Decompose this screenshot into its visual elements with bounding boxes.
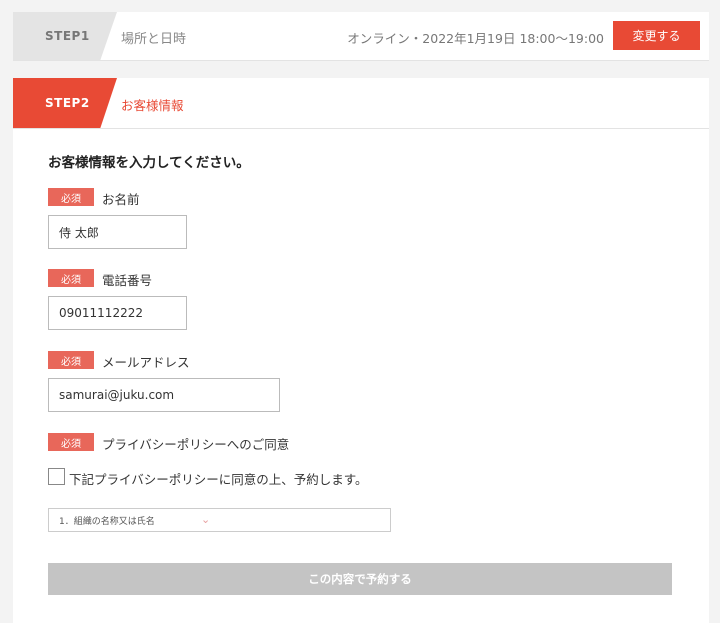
email-input[interactable] (48, 378, 280, 412)
name-input[interactable] (48, 215, 187, 249)
step2-tag: STEP2 (13, 78, 117, 128)
form-heading: お客様情報を入力してください。 (48, 155, 250, 171)
customer-info-panel: STEP2 お客様情報 お客様情報を入力してください。 必須 お名前 必須 電話… (13, 78, 709, 623)
required-badge: 必須 (48, 433, 94, 451)
step1-tag: STEP1 (13, 12, 117, 60)
change-button[interactable]: 変更する (613, 21, 700, 50)
step2-label: お客様情報 (121, 98, 184, 113)
email-label: メールアドレス (102, 355, 190, 370)
privacy-label: プライバシーポリシーへのご同意 (102, 437, 290, 452)
step1-bar: STEP1 場所と日時 オンライン・2022年1月19日 18:00〜19:00… (13, 12, 709, 61)
privacy-checkbox[interactable] (48, 468, 65, 485)
chevron-down-icon: ⌄ (201, 513, 211, 526)
booking-info: オンライン・2022年1月19日 18:00〜19:00 (347, 31, 604, 46)
required-badge: 必須 (48, 351, 94, 369)
name-label: お名前 (102, 192, 140, 207)
submit-button[interactable]: この内容で予約する (48, 563, 672, 595)
privacy-policy-box[interactable]: 1．組織の名称又は氏名 ⌄ (48, 508, 391, 532)
phone-label: 電話番号 (102, 273, 153, 288)
step1-label: 場所と日時 (121, 32, 187, 47)
step2-header: STEP2 お客様情報 (13, 78, 709, 129)
required-badge: 必須 (48, 269, 94, 287)
privacy-checkbox-label[interactable]: 下記プライバシーポリシーに同意の上、予約します。 (69, 469, 368, 488)
phone-input[interactable] (48, 296, 187, 330)
policy-text: 1．組織の名称又は氏名 (59, 517, 155, 527)
required-badge: 必須 (48, 188, 94, 206)
